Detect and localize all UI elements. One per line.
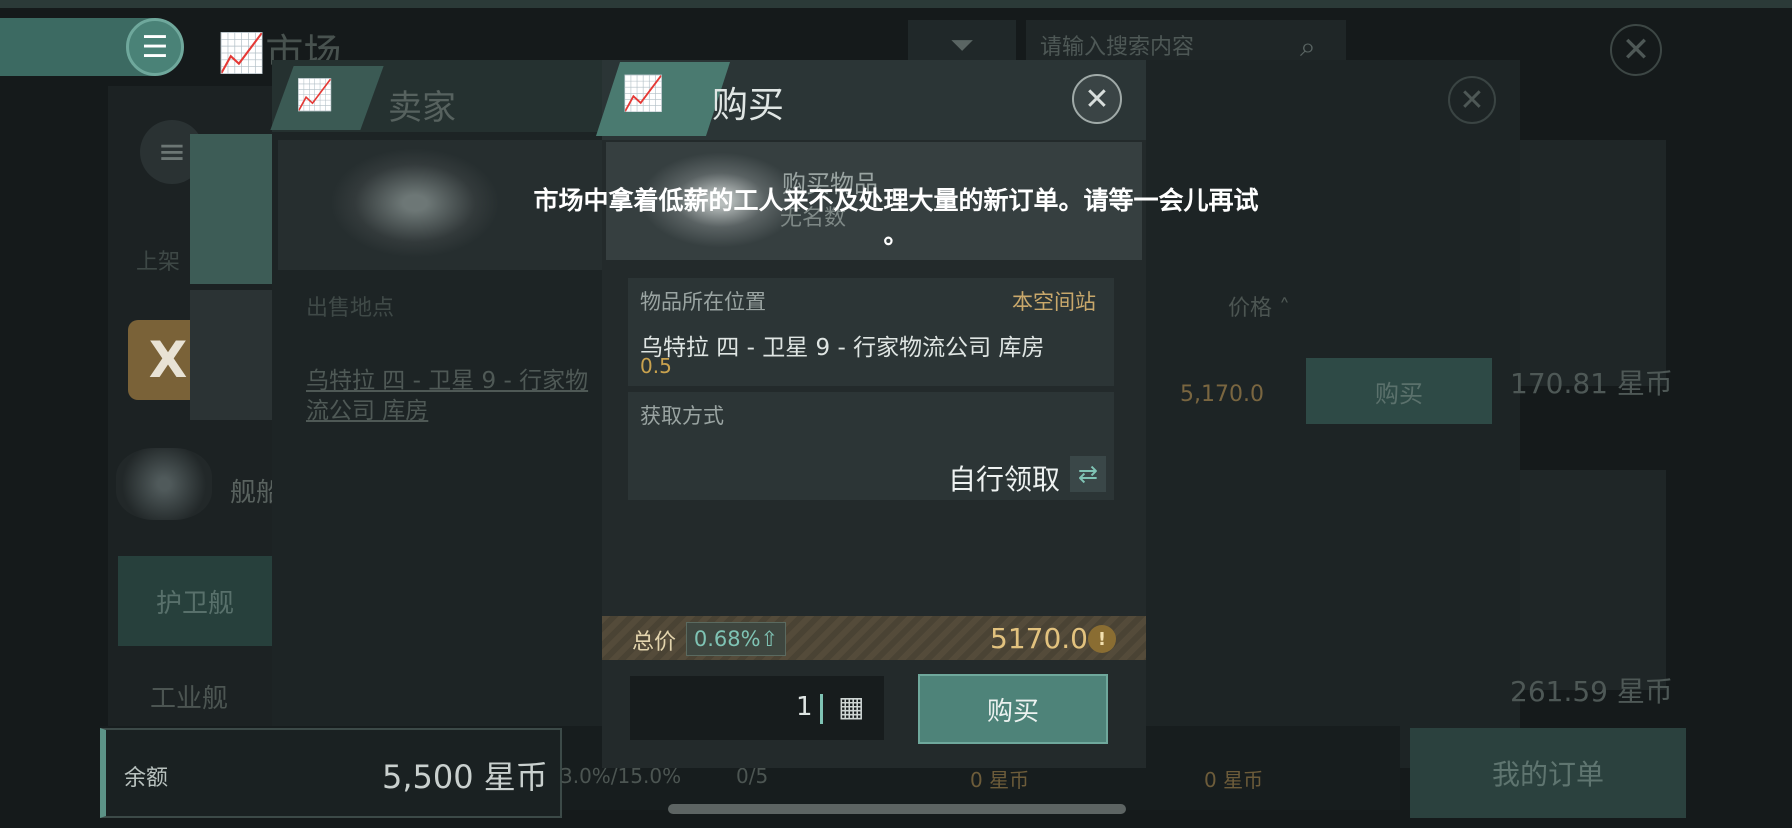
orders-rail[interactable]: [190, 290, 276, 420]
close-icon[interactable]: ✕: [1448, 76, 1496, 124]
price-delta-badge: 0.68% ⇧: [686, 622, 786, 656]
search-placeholder: 请输入搜索内容: [1040, 35, 1195, 60]
quantity-value: 1: [796, 692, 813, 722]
location-label: 物品所在位置: [640, 290, 766, 314]
location-name: 乌特拉 四 - 卫星 9 - 行家物流公司 库房: [640, 335, 1045, 361]
buy-dialog-title: 购买: [712, 85, 785, 126]
fetch-method-label: 获取方式: [640, 404, 724, 428]
total-label: 总价: [632, 630, 677, 655]
warning-icon[interactable]: !: [1088, 625, 1116, 653]
escrow-sell: 0 星币: [1204, 768, 1264, 792]
price-delta-value: 0.68%: [693, 627, 761, 651]
category-industry[interactable]: 工业舰: [150, 678, 228, 715]
price-header-label: 价格: [1228, 296, 1273, 321]
chart-icon: 📈: [622, 74, 665, 114]
category-escort[interactable]: 护卫舰: [118, 556, 278, 646]
security-status: 0.5: [640, 354, 672, 378]
menu-button[interactable]: ☰: [126, 18, 184, 76]
sell-price: 5,170.0: [1180, 382, 1264, 407]
buy-button[interactable]: 购买: [918, 674, 1108, 744]
chart-icon: 📈: [296, 78, 334, 113]
row-buy-button[interactable]: 购买: [1306, 358, 1492, 424]
ship-card-price: 170.81 星币: [1510, 367, 1673, 400]
balance-label: 余额: [124, 766, 169, 791]
top-strip: [0, 0, 1792, 8]
ship-card-price: 261.59 星币: [1510, 675, 1673, 708]
toast-tail: 。: [883, 220, 909, 249]
up-arrow-icon: ⇧: [760, 627, 779, 651]
sell-location-link[interactable]: 乌特拉 四 - 卫星 9 - 行家物流公司 库房: [306, 366, 606, 426]
column-header-location: 出售地点: [306, 296, 395, 321]
filter-icon: ⏷: [950, 27, 974, 63]
ship-card[interactable]: [1520, 140, 1666, 386]
close-icon[interactable]: ✕: [1072, 74, 1122, 124]
cart-rail[interactable]: [190, 134, 276, 284]
my-orders-button[interactable]: 我的订单: [1410, 728, 1686, 818]
home-indicator[interactable]: [668, 804, 1126, 814]
balance-value: 5,500 星币: [382, 758, 548, 796]
close-icon[interactable]: ✕: [1610, 24, 1662, 76]
column-header-price[interactable]: 价格 ˄: [1228, 290, 1290, 322]
menu-icon: ☰: [141, 29, 169, 65]
escrow-buy: 0 星币: [970, 768, 1030, 792]
ship-thumbnail: [116, 448, 212, 520]
toast-text: 市场中拿着低薪的工人来不及处理大量的新订单。请等一会儿再试: [533, 186, 1259, 215]
ship-card[interactable]: [1520, 470, 1666, 690]
swap-icon[interactable]: ⇄: [1070, 456, 1106, 492]
calculator-icon[interactable]: ▦: [838, 690, 864, 723]
sort-up-icon: ˄: [1279, 296, 1291, 321]
search-icon[interactable]: ⌕: [1300, 30, 1316, 64]
shelf-label: 上架: [136, 250, 181, 275]
text-caret: [820, 694, 823, 724]
total-value: 5170.0: [990, 622, 1088, 655]
location-here-tag: 本空间站: [1012, 290, 1096, 314]
seller-title: 卖家: [388, 88, 456, 128]
fetch-method-value[interactable]: 自行领取: [948, 458, 1060, 498]
chart-icon: 📈: [218, 31, 266, 75]
toast-message: 市场中拿着低薪的工人来不及处理大量的新订单。请等一会儿再试 。: [470, 184, 1322, 252]
